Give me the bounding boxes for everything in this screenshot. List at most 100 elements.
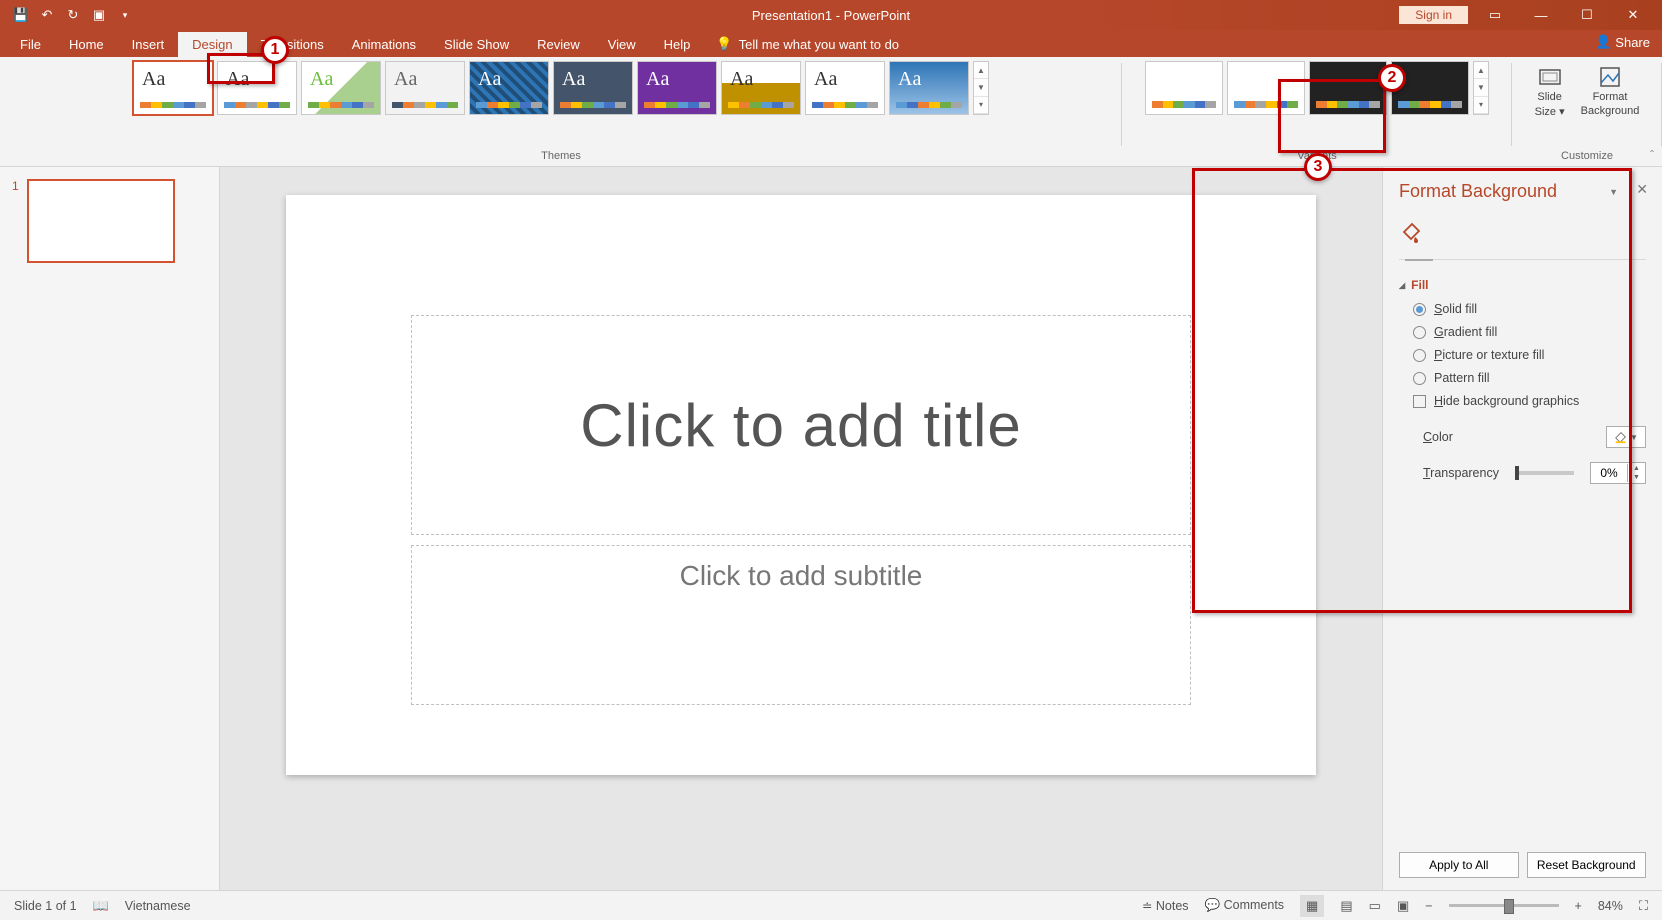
- theme-item[interactable]: Aa: [385, 61, 465, 115]
- title-bar: 💾 ↶ ↻ ▣ ▾ Presentation1 - PowerPoint Sig…: [0, 0, 1662, 30]
- reset-background-button[interactable]: Reset Background: [1527, 852, 1647, 878]
- group-themes: Aa Aa Aa Aa Aa Aa Aa Aa Aa Aa ▲▼▾ Themes: [0, 57, 1122, 166]
- share-label: Share: [1615, 35, 1650, 50]
- radio-solid-fill[interactable]: Solid fill: [1413, 302, 1646, 316]
- app-title: Presentation1 - PowerPoint: [752, 8, 910, 23]
- theme-item[interactable]: Aa: [805, 61, 885, 115]
- pane-options-icon[interactable]: ▼: [1609, 187, 1618, 197]
- fill-section-header[interactable]: Fill: [1399, 278, 1646, 292]
- zoom-in-icon[interactable]: +: [1575, 899, 1582, 913]
- subtitle-placeholder[interactable]: Click to add subtitle: [411, 545, 1191, 705]
- qat-more-icon[interactable]: ▾: [118, 8, 132, 22]
- save-icon[interactable]: 💾: [14, 8, 28, 22]
- group-label-customize: Customize: [1561, 150, 1613, 164]
- zoom-slider[interactable]: [1449, 904, 1559, 907]
- fill-category-icon[interactable]: [1399, 220, 1646, 249]
- spin-up-icon[interactable]: ▲: [1628, 464, 1645, 473]
- apply-to-all-button[interactable]: Apply to All: [1399, 852, 1519, 878]
- slide-size-icon: [1536, 65, 1564, 89]
- spell-check-icon[interactable]: 📖: [93, 898, 109, 914]
- language-indicator[interactable]: Vietnamese: [125, 899, 191, 913]
- transparency-input[interactable]: [1591, 466, 1627, 480]
- normal-view-icon[interactable]: ▦: [1300, 895, 1324, 917]
- theme-item[interactable]: Aa: [553, 61, 633, 115]
- theme-item[interactable]: Aa: [217, 61, 297, 115]
- tell-me-label: Tell me what you want to do: [739, 37, 899, 52]
- tab-design[interactable]: Design: [178, 32, 246, 57]
- fit-to-window-icon[interactable]: ⛶: [1639, 898, 1648, 914]
- group-variants: ▲▼▾ Variants: [1122, 57, 1512, 166]
- main-area: 1 Click to add title Click to add subtit…: [0, 167, 1662, 890]
- slide-counter[interactable]: Slide 1 of 1: [14, 899, 77, 913]
- theme-item[interactable]: Aa: [469, 61, 549, 115]
- zoom-level[interactable]: 84%: [1598, 899, 1623, 913]
- variant-item[interactable]: [1227, 61, 1305, 115]
- dropdown-arrow-icon: ▼: [1630, 433, 1638, 442]
- tab-home[interactable]: Home: [55, 32, 118, 57]
- zoom-out-icon[interactable]: −: [1425, 899, 1432, 913]
- tab-transitions[interactable]: Transitions: [247, 32, 338, 57]
- slide-size-button[interactable]: Slide Size ▾: [1527, 61, 1573, 122]
- slideshow-view-icon[interactable]: ▣: [1397, 898, 1409, 914]
- tab-animations[interactable]: Animations: [338, 32, 430, 57]
- tab-file[interactable]: File: [6, 32, 55, 57]
- radio-picture-fill[interactable]: Picture or texture fill: [1413, 348, 1646, 362]
- notes-button[interactable]: ≐ Notes: [1142, 898, 1189, 913]
- transparency-slider[interactable]: [1515, 471, 1574, 475]
- sign-in-button[interactable]: Sign in: [1399, 6, 1468, 24]
- collapse-ribbon-icon[interactable]: ˆ: [1650, 148, 1654, 162]
- slide-thumbnail-panel: 1: [0, 167, 220, 890]
- tab-view[interactable]: View: [594, 32, 650, 57]
- checkbox-hide-graphics[interactable]: Hide background graphics: [1413, 394, 1646, 408]
- format-background-icon: [1596, 65, 1624, 89]
- tab-help[interactable]: Help: [650, 32, 705, 57]
- theme-office[interactable]: Aa: [133, 61, 213, 115]
- variants-more-button[interactable]: ▲▼▾: [1473, 61, 1489, 115]
- maximize-icon[interactable]: ☐: [1568, 7, 1606, 23]
- pane-close-icon[interactable]: ✕: [1636, 181, 1648, 198]
- paint-bucket-icon: [1614, 430, 1628, 444]
- variant-item[interactable]: [1145, 61, 1223, 115]
- theme-item[interactable]: Aa: [889, 61, 969, 115]
- variant-item[interactable]: [1309, 61, 1387, 115]
- slide-thumbnail[interactable]: [27, 179, 175, 263]
- tab-insert[interactable]: Insert: [118, 32, 179, 57]
- theme-item[interactable]: Aa: [637, 61, 717, 115]
- slide-canvas-area[interactable]: Click to add title Click to add subtitle: [220, 167, 1382, 890]
- theme-item[interactable]: Aa: [301, 61, 381, 115]
- radio-gradient-fill[interactable]: Gradient fill: [1413, 325, 1646, 339]
- ribbon-display-icon[interactable]: ▭: [1476, 7, 1514, 23]
- spin-down-icon[interactable]: ▼: [1628, 473, 1645, 482]
- callout-2: 2: [1378, 64, 1406, 92]
- slide[interactable]: Click to add title Click to add subtitle: [286, 195, 1316, 775]
- transparency-control: Transparency ▲▼: [1423, 462, 1646, 484]
- lightbulb-icon: 💡: [716, 36, 732, 52]
- undo-icon[interactable]: ↶: [40, 8, 54, 22]
- start-slideshow-icon[interactable]: ▣: [92, 8, 106, 22]
- quick-access-toolbar: 💾 ↶ ↻ ▣ ▾: [0, 8, 132, 22]
- color-picker-button[interactable]: ▼: [1606, 426, 1646, 448]
- redo-icon[interactable]: ↻: [66, 8, 80, 22]
- callout-1: 1: [261, 36, 289, 64]
- callout-3: 3: [1304, 153, 1332, 181]
- tab-slideshow[interactable]: Slide Show: [430, 32, 523, 57]
- close-icon[interactable]: ✕: [1614, 7, 1652, 23]
- theme-item[interactable]: Aa: [721, 61, 801, 115]
- slide-sorter-icon[interactable]: ▤: [1340, 898, 1352, 914]
- minimize-icon[interactable]: —: [1522, 8, 1560, 23]
- comments-button[interactable]: 💬 Comments: [1205, 898, 1284, 913]
- tab-review[interactable]: Review: [523, 32, 594, 57]
- title-placeholder[interactable]: Click to add title: [411, 315, 1191, 535]
- themes-more-button[interactable]: ▲▼▾: [973, 61, 989, 115]
- share-icon: 👤: [1595, 34, 1611, 50]
- color-control: Color ▼: [1423, 426, 1646, 448]
- share-button[interactable]: 👤 Share: [1595, 34, 1650, 50]
- group-customize: Slide Size ▾ Format Background Customize: [1512, 57, 1662, 166]
- radio-pattern-fill[interactable]: Pattern fill: [1413, 371, 1646, 385]
- slide-number: 1: [12, 179, 19, 263]
- transparency-spinner[interactable]: ▲▼: [1590, 462, 1646, 484]
- format-background-button[interactable]: Format Background: [1573, 61, 1648, 122]
- reading-view-icon[interactable]: ▭: [1369, 898, 1381, 914]
- ribbon: Aa Aa Aa Aa Aa Aa Aa Aa Aa Aa ▲▼▾ Themes…: [0, 57, 1662, 167]
- tell-me-search[interactable]: 💡 Tell me what you want to do: [704, 31, 911, 57]
